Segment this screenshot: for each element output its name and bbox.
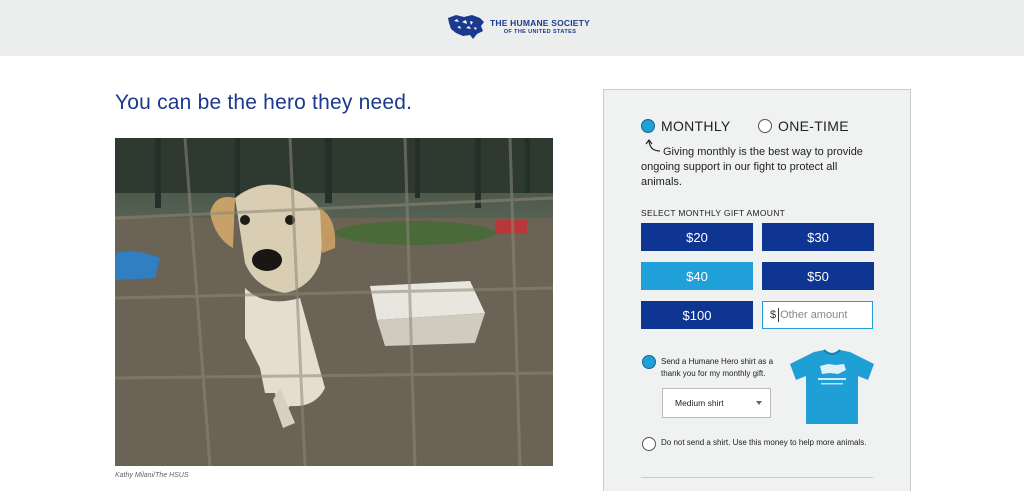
- text-cursor: [778, 308, 780, 322]
- send-shirt-radio[interactable]: [642, 355, 656, 369]
- no-shirt-label: Do not send a shirt. Use this money to h…: [661, 438, 867, 447]
- hsus-logo[interactable]: THE HUMANE SOCIETY OF THE UNITED STATES: [446, 12, 590, 42]
- photo-credit: Kathy Milani/The HSUS: [115, 472, 189, 479]
- chevron-down-icon: [756, 401, 762, 405]
- onetime-label: ONE-TIME: [778, 118, 849, 134]
- monthly-radio[interactable]: [641, 119, 655, 133]
- logo-line1: THE HUMANE SOCIETY: [490, 18, 590, 29]
- amount-20-button[interactable]: $20: [641, 223, 753, 251]
- amount-30-button[interactable]: $30: [762, 223, 874, 251]
- shirt-size-value: Medium shirt: [675, 398, 724, 408]
- amount-40-button[interactable]: $40: [641, 262, 753, 290]
- amount-50-button[interactable]: $50: [762, 262, 874, 290]
- send-shirt-label: Send a Humane Hero shirt as a thank you …: [661, 357, 774, 378]
- other-amount-input[interactable]: $ Other amount: [762, 301, 873, 329]
- tshirt-image: [790, 349, 874, 424]
- site-header: THE HUMANE SOCIETY OF THE UNITED STATES: [0, 0, 1024, 56]
- usa-map-logo-icon: [448, 15, 484, 39]
- section-divider: [641, 477, 873, 478]
- shirt-size-select[interactable]: Medium shirt: [662, 388, 771, 418]
- frequency-onetime-option[interactable]: ONE-TIME: [758, 118, 849, 134]
- dog-photo: [115, 138, 553, 466]
- page-headline: You can be the hero they need.: [115, 91, 413, 114]
- no-shirt-radio[interactable]: [642, 437, 656, 451]
- monthly-label: MONTHLY: [661, 118, 731, 134]
- onetime-radio[interactable]: [758, 119, 772, 133]
- frequency-monthly-option[interactable]: MONTHLY: [641, 118, 731, 134]
- logo-wordmark: THE HUMANE SOCIETY OF THE UNITED STATES: [490, 18, 590, 35]
- donation-form: MONTHLY ONE-TIME Giving monthly is the b…: [603, 89, 911, 491]
- currency-symbol: $: [770, 309, 777, 321]
- logo-line2: OF THE UNITED STATES: [503, 28, 577, 35]
- amount-100-button[interactable]: $100: [641, 301, 753, 329]
- monthly-benefit-note: Giving monthly is the best way to provid…: [641, 146, 863, 188]
- other-amount-placeholder: Other amount: [780, 309, 848, 321]
- gift-amount-title: SELECT MONTHLY GIFT AMOUNT: [641, 208, 786, 218]
